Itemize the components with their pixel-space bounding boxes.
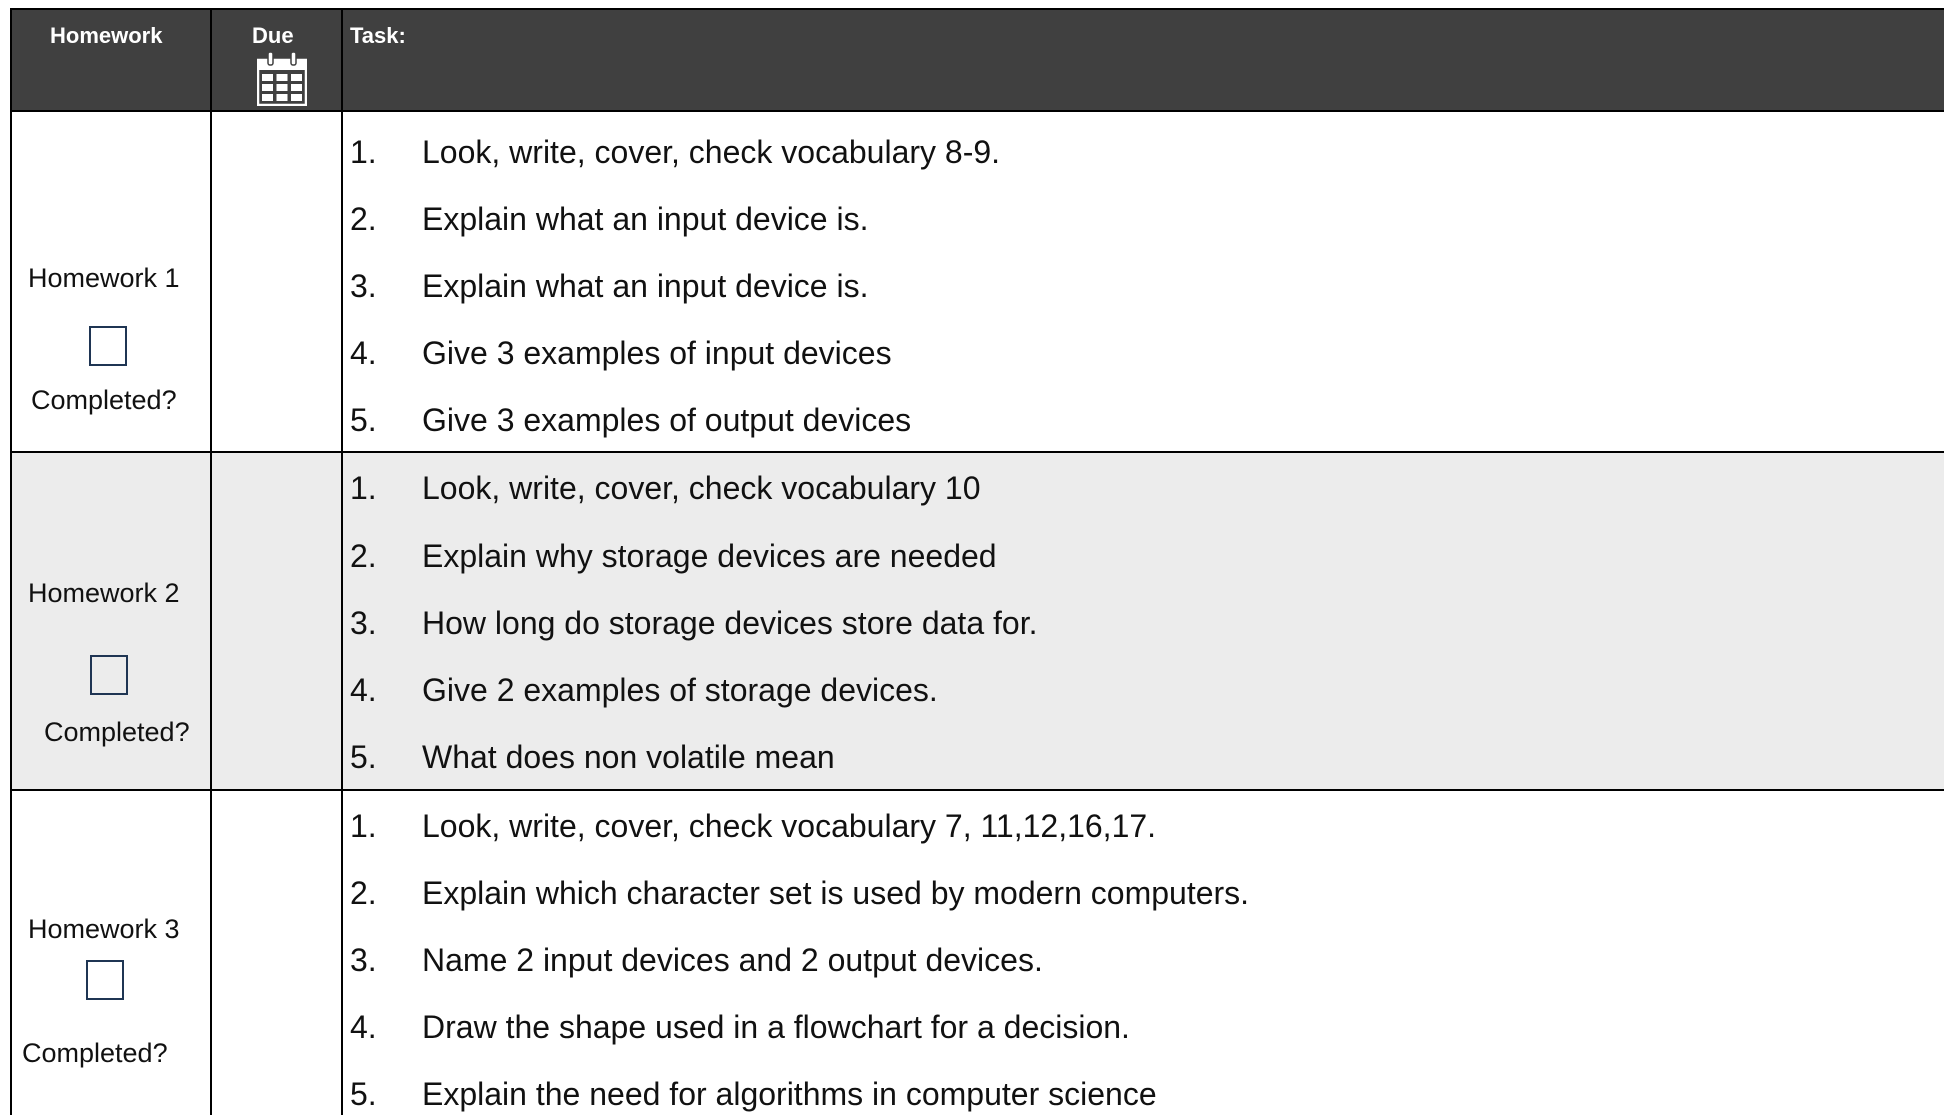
homework-column-header: Homework [50,23,163,48]
homework-3-completed-checkbox[interactable] [86,960,124,1000]
task-column-header: Task: [350,23,406,48]
table-divider [10,451,1944,453]
column-divider [341,8,343,1115]
calendar-icon [257,52,307,106]
homework-3-completed-label: Completed? [22,1038,168,1068]
due-column-header: Due [252,23,294,48]
homework-1-completed-label: Completed? [31,385,177,415]
column-divider [210,8,212,1115]
homework-2-completed-label: Completed? [44,717,190,747]
homework-2-completed-checkbox[interactable] [90,655,128,695]
homework-2-label: Homework 2 [28,578,180,608]
homework-1-label: Homework 1 [28,263,180,293]
table-divider [10,110,1944,112]
homework-3-label: Homework 3 [28,914,180,944]
homework-table: Homework Due Task: Homework 1 Completed?… [10,8,1944,1115]
table-border [10,8,1944,10]
table-divider [10,789,1944,791]
table-border [10,8,12,1115]
table-header: Homework Due Task: [10,8,1944,111]
homework-1-completed-checkbox[interactable] [89,326,127,366]
